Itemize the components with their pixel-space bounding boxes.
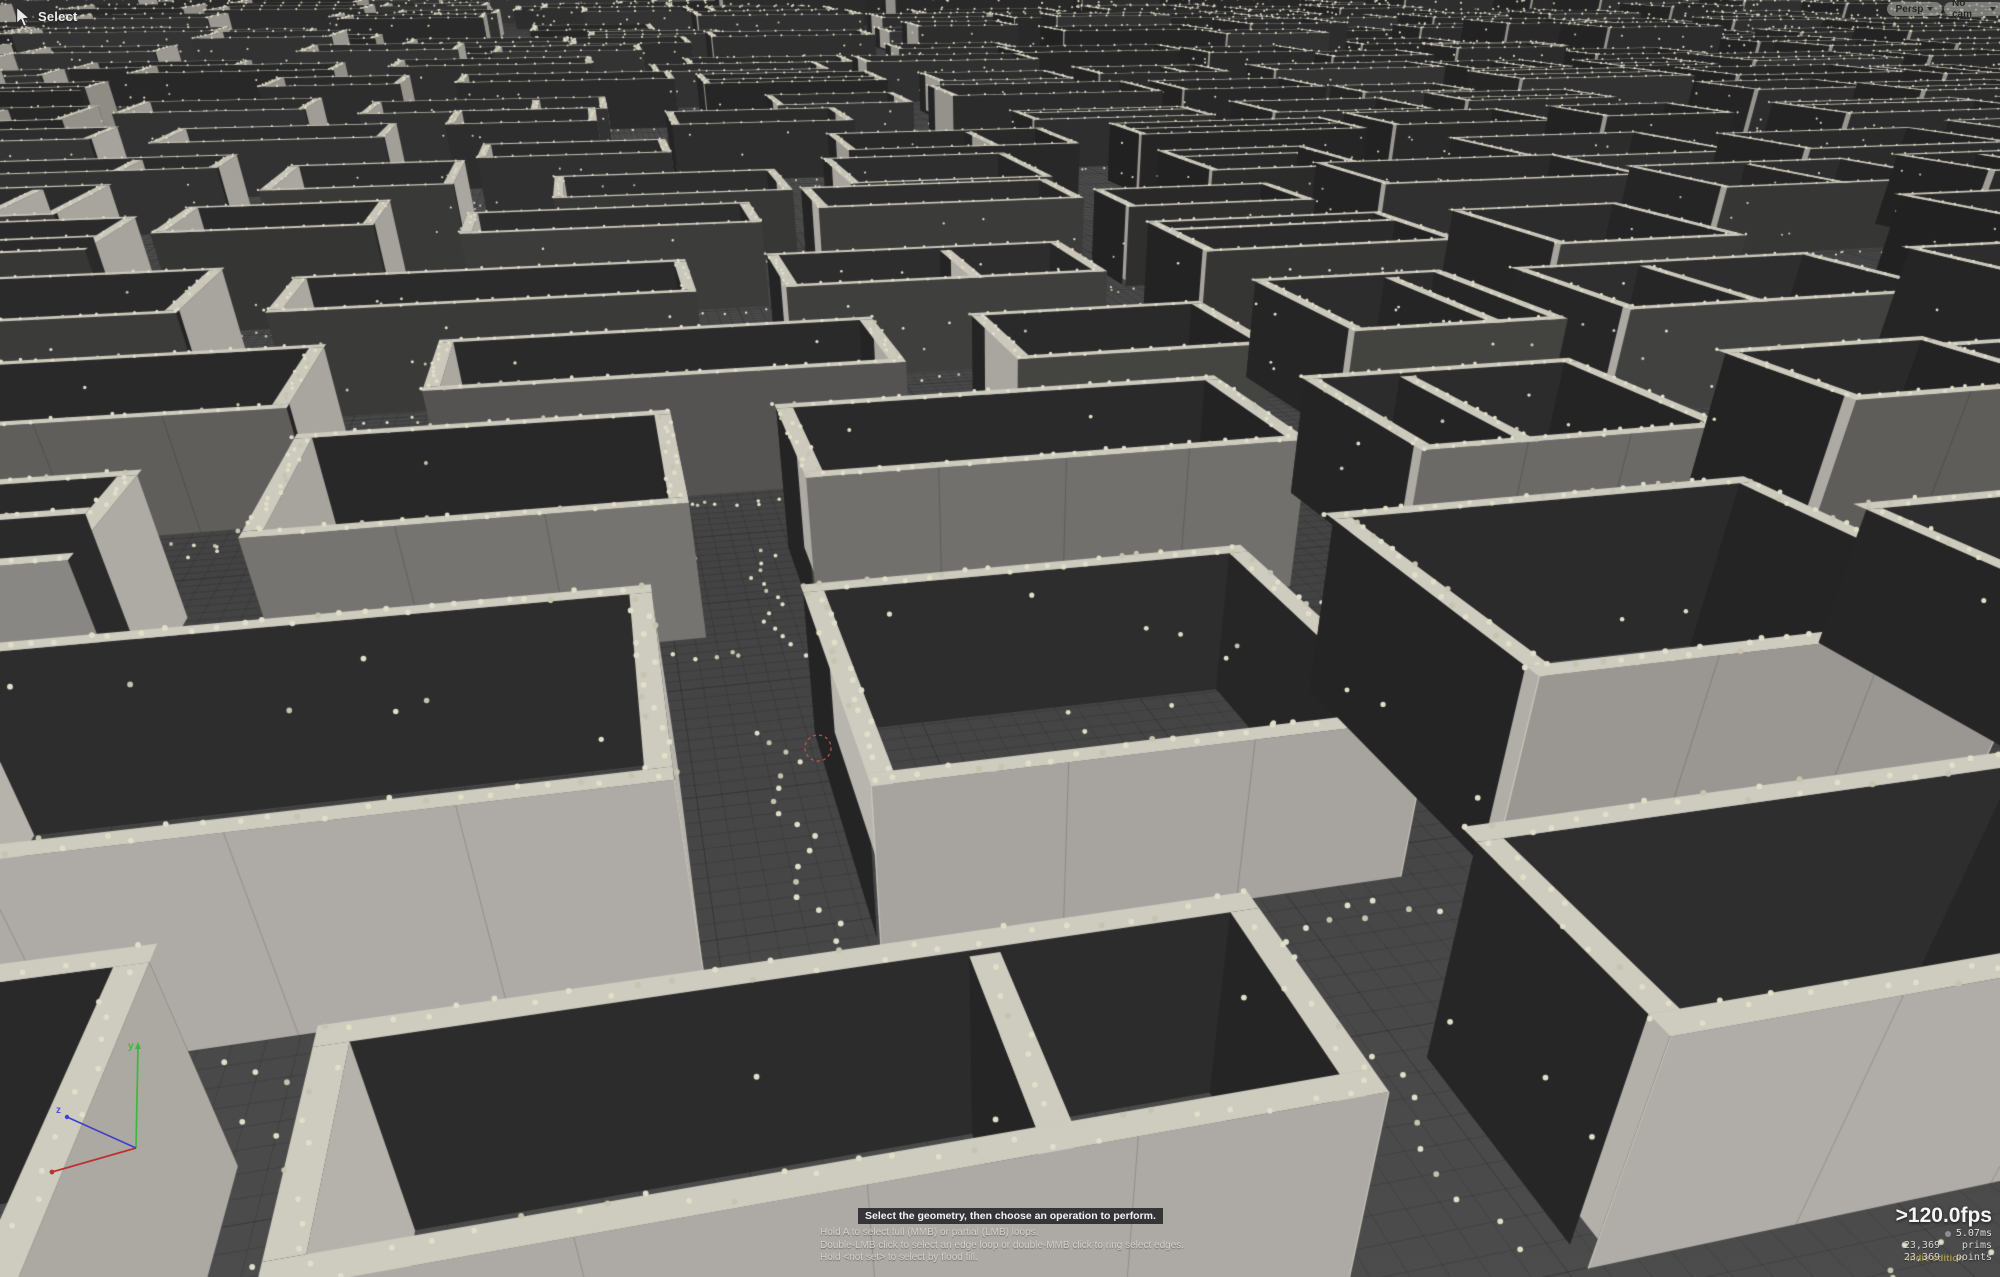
axis-gizmo: y z (30, 1035, 160, 1185)
frame-time: 5.07ms (1956, 1227, 1992, 1240)
points-label: points (1952, 1252, 1992, 1264)
fps-counter: >120.0fps (1896, 1205, 1992, 1227)
chevron-down-icon (1927, 7, 1933, 11)
z-axis-line (67, 1117, 136, 1148)
help-overlay: Select the geometry, then choose an oper… (820, 1206, 1220, 1265)
active-tool-indicator: Select (14, 6, 78, 28)
prims-count-row: 23,369 prims (1904, 1240, 1992, 1252)
help-overlay-line: Double-LMB click to select an edge loop … (820, 1240, 1220, 1253)
points-value: 23,369 (1904, 1252, 1940, 1263)
projection-dropdown[interactable]: Persp (1887, 2, 1942, 16)
y-axis-arrowhead (135, 1042, 141, 1049)
x-axis-arrowhead (50, 1170, 55, 1175)
help-overlay-line: Hold A to select full (MMB) or partial (… (820, 1227, 1220, 1240)
y-axis-label: y (128, 1041, 134, 1052)
chevron-down-icon (1990, 7, 1996, 11)
prims-value: 23,369 (1904, 1240, 1940, 1251)
help-overlay-line: Hold <not set> to select by flood fill. (820, 1252, 1220, 1265)
active-tool-label: Select (38, 9, 78, 24)
brush-cursor (802, 732, 834, 764)
camera-dropdown[interactable]: No cam (1944, 2, 2000, 16)
perf-indicator-dot (1945, 1231, 1951, 1237)
viewport-3d[interactable] (0, 0, 2000, 1277)
z-axis-label: z (56, 1105, 61, 1116)
performance-stats: >120.0fps 5.07ms 23,369 prims 23,369 point… (1896, 1205, 1992, 1263)
modo-3d-viewport-window: { "ui": { "tool": { "label": "Select" },… (0, 0, 2000, 1277)
help-overlay-title: Select the geometry, then choose an oper… (858, 1208, 1163, 1224)
mouse-cursor-icon (14, 6, 32, 28)
z-axis-arrowhead (65, 1115, 69, 1119)
x-axis-line (52, 1148, 136, 1172)
y-axis-line (136, 1047, 138, 1148)
projection-label: Persp (1896, 4, 1924, 15)
camera-label: No cam (1952, 0, 1986, 20)
points-count-row: 23,369 points (1904, 1252, 1992, 1264)
prims-label: prims (1952, 1240, 1992, 1252)
